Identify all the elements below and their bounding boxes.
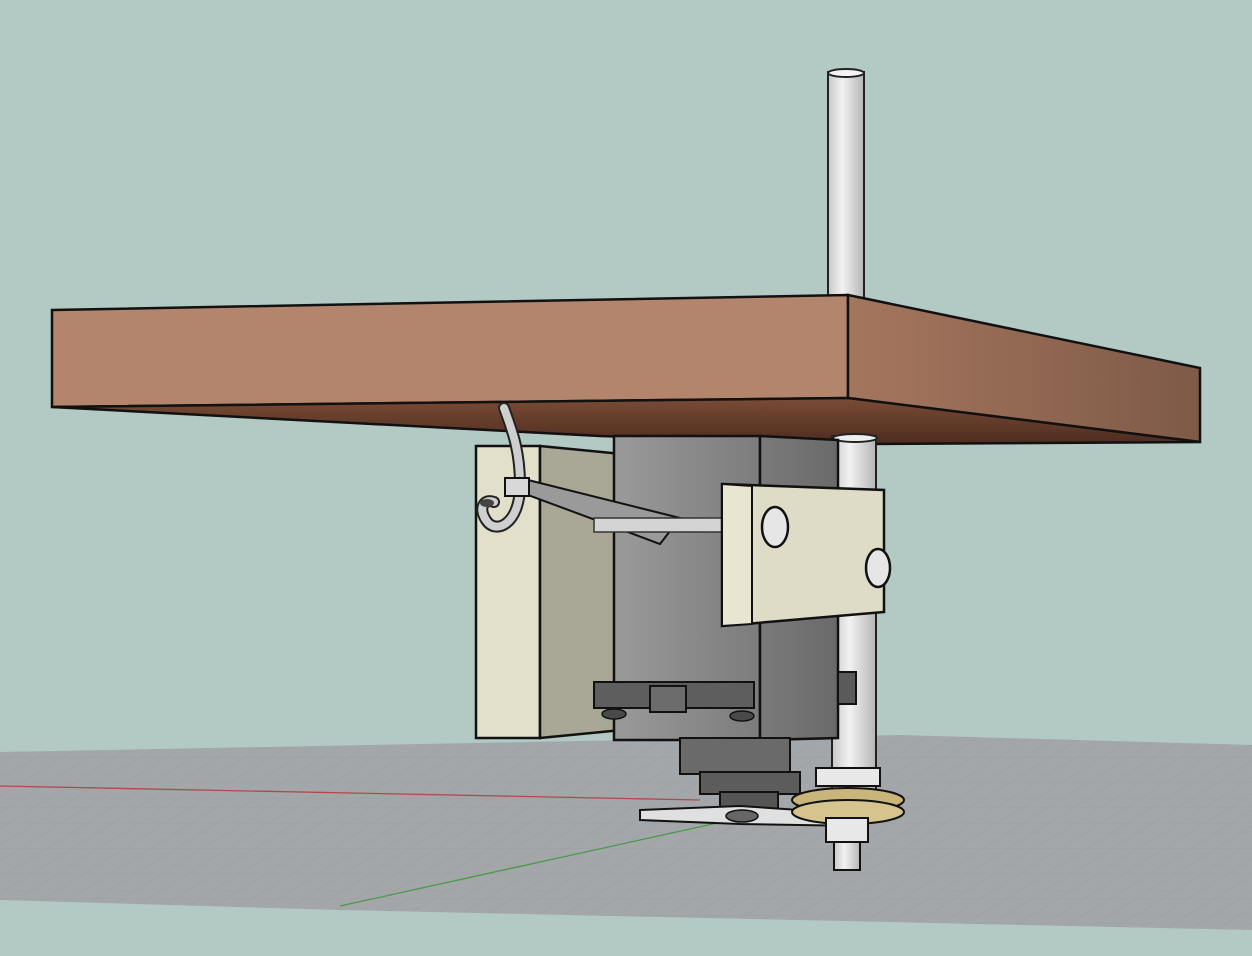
wooden-platform[interactable] bbox=[50, 293, 1202, 446]
right-bracket[interactable] bbox=[720, 482, 892, 628]
scene-render[interactable] bbox=[0, 0, 1252, 956]
3d-viewport[interactable] bbox=[0, 0, 1252, 956]
vertical-rod[interactable] bbox=[827, 68, 865, 303]
ground-grid bbox=[0, 735, 1252, 930]
